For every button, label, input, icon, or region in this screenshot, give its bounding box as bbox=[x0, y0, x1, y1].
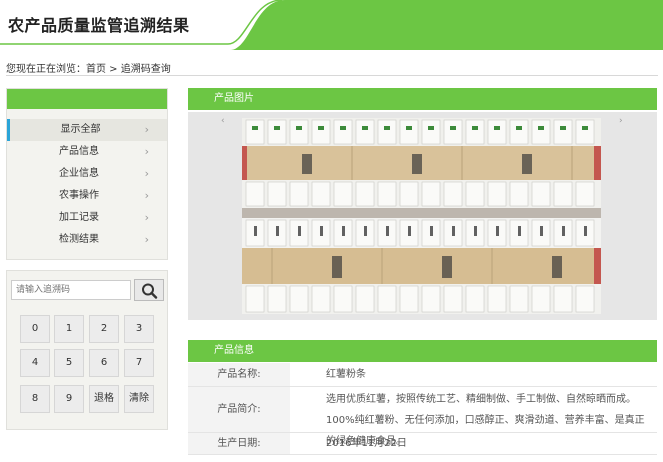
key-8[interactable]: 8 bbox=[20, 385, 50, 413]
product-photo bbox=[242, 118, 601, 314]
category-nav: 显示全部 › 产品信息 › 企业信息 › 农事操作 › 加工记录 › 检测结果 … bbox=[6, 88, 168, 260]
clear-key[interactable]: 清除 bbox=[124, 385, 154, 413]
key-2[interactable]: 2 bbox=[89, 315, 119, 343]
page: 农产品质量监管追溯结果 您现在正在浏览：首页 > 追溯码查询 显示全部 › 产品… bbox=[0, 0, 663, 462]
chevron-right-icon: › bbox=[144, 167, 149, 180]
nav-item-label: 显示全部 bbox=[60, 124, 101, 135]
page-header: 农产品质量监管追溯结果 bbox=[0, 0, 663, 50]
nav-list: 显示全部 › 产品信息 › 企业信息 › 农事操作 › 加工记录 › 检测结果 … bbox=[7, 119, 167, 251]
key-4[interactable]: 4 bbox=[20, 349, 50, 377]
key-7[interactable]: 7 bbox=[124, 349, 154, 377]
product-image-slider: ‹ › bbox=[188, 112, 657, 320]
chevron-right-icon: › bbox=[144, 145, 149, 158]
key-0[interactable]: 0 bbox=[20, 315, 50, 343]
key-6[interactable]: 6 bbox=[89, 349, 119, 377]
chevron-right-icon: › bbox=[144, 233, 149, 246]
key-3[interactable]: 3 bbox=[124, 315, 154, 343]
nav-item-farming[interactable]: 农事操作 › bbox=[7, 185, 167, 207]
nav-item-inspection[interactable]: 检测结果 › bbox=[7, 229, 167, 251]
product-info-table: 产品名称: 红薯粉条 产品简介: 选用优质红薯，按照传统工艺、精细制做、手工制做… bbox=[188, 363, 657, 455]
nav-item-label: 检测结果 bbox=[59, 234, 99, 245]
table-row: 生产日期: 2016年11月22日 bbox=[188, 433, 657, 455]
field-label: 产品名称: bbox=[188, 363, 290, 386]
field-label: 生产日期: bbox=[188, 433, 290, 454]
breadcrumb-divider bbox=[6, 75, 658, 76]
table-row: 产品名称: 红薯粉条 bbox=[188, 363, 657, 387]
nav-item-company-info[interactable]: 企业信息 › bbox=[7, 163, 167, 185]
chevron-right-icon: › bbox=[144, 123, 149, 136]
nav-header-bar bbox=[7, 89, 167, 109]
nav-item-show-all[interactable]: 显示全部 › bbox=[7, 119, 167, 141]
chevron-left-icon[interactable]: ‹ bbox=[221, 116, 225, 126]
page-title: 农产品质量监管追溯结果 bbox=[8, 16, 190, 35]
backspace-key[interactable]: 退格 bbox=[89, 385, 119, 413]
search-icon bbox=[142, 283, 158, 299]
trace-code-input[interactable] bbox=[11, 280, 131, 300]
field-label: 产品简介: bbox=[188, 387, 290, 432]
key-9[interactable]: 9 bbox=[54, 385, 84, 413]
chevron-right-icon: › bbox=[144, 189, 149, 202]
breadcrumb: 您现在正在浏览：首页 > 追溯码查询 bbox=[6, 64, 171, 75]
table-row: 产品简介: 选用优质红薯，按照传统工艺、精细制做、手工制做、自然晾晒而成。100… bbox=[188, 387, 657, 447]
nav-item-label: 农事操作 bbox=[59, 190, 99, 201]
product-boxes-image bbox=[242, 118, 601, 314]
chevron-right-icon[interactable]: › bbox=[619, 116, 623, 126]
search-button[interactable] bbox=[134, 279, 164, 301]
nav-item-label: 加工记录 bbox=[59, 212, 99, 223]
trace-code-panel: 0 1 2 3 4 5 6 7 8 9 退格 清除 bbox=[6, 270, 168, 430]
key-1[interactable]: 1 bbox=[54, 315, 84, 343]
nav-item-processing[interactable]: 加工记录 › bbox=[7, 207, 167, 229]
field-value: 2016年11月22日 bbox=[326, 438, 407, 449]
nav-item-label: 企业信息 bbox=[59, 168, 99, 179]
product-info-header: 产品信息 bbox=[188, 340, 657, 362]
product-image-header: 产品图片 bbox=[188, 88, 657, 110]
nav-item-label: 产品信息 bbox=[59, 146, 99, 157]
nav-item-product-info[interactable]: 产品信息 › bbox=[7, 141, 167, 163]
chevron-right-icon: › bbox=[144, 211, 149, 224]
key-5[interactable]: 5 bbox=[54, 349, 84, 377]
field-value: 红薯粉条 bbox=[326, 369, 366, 380]
